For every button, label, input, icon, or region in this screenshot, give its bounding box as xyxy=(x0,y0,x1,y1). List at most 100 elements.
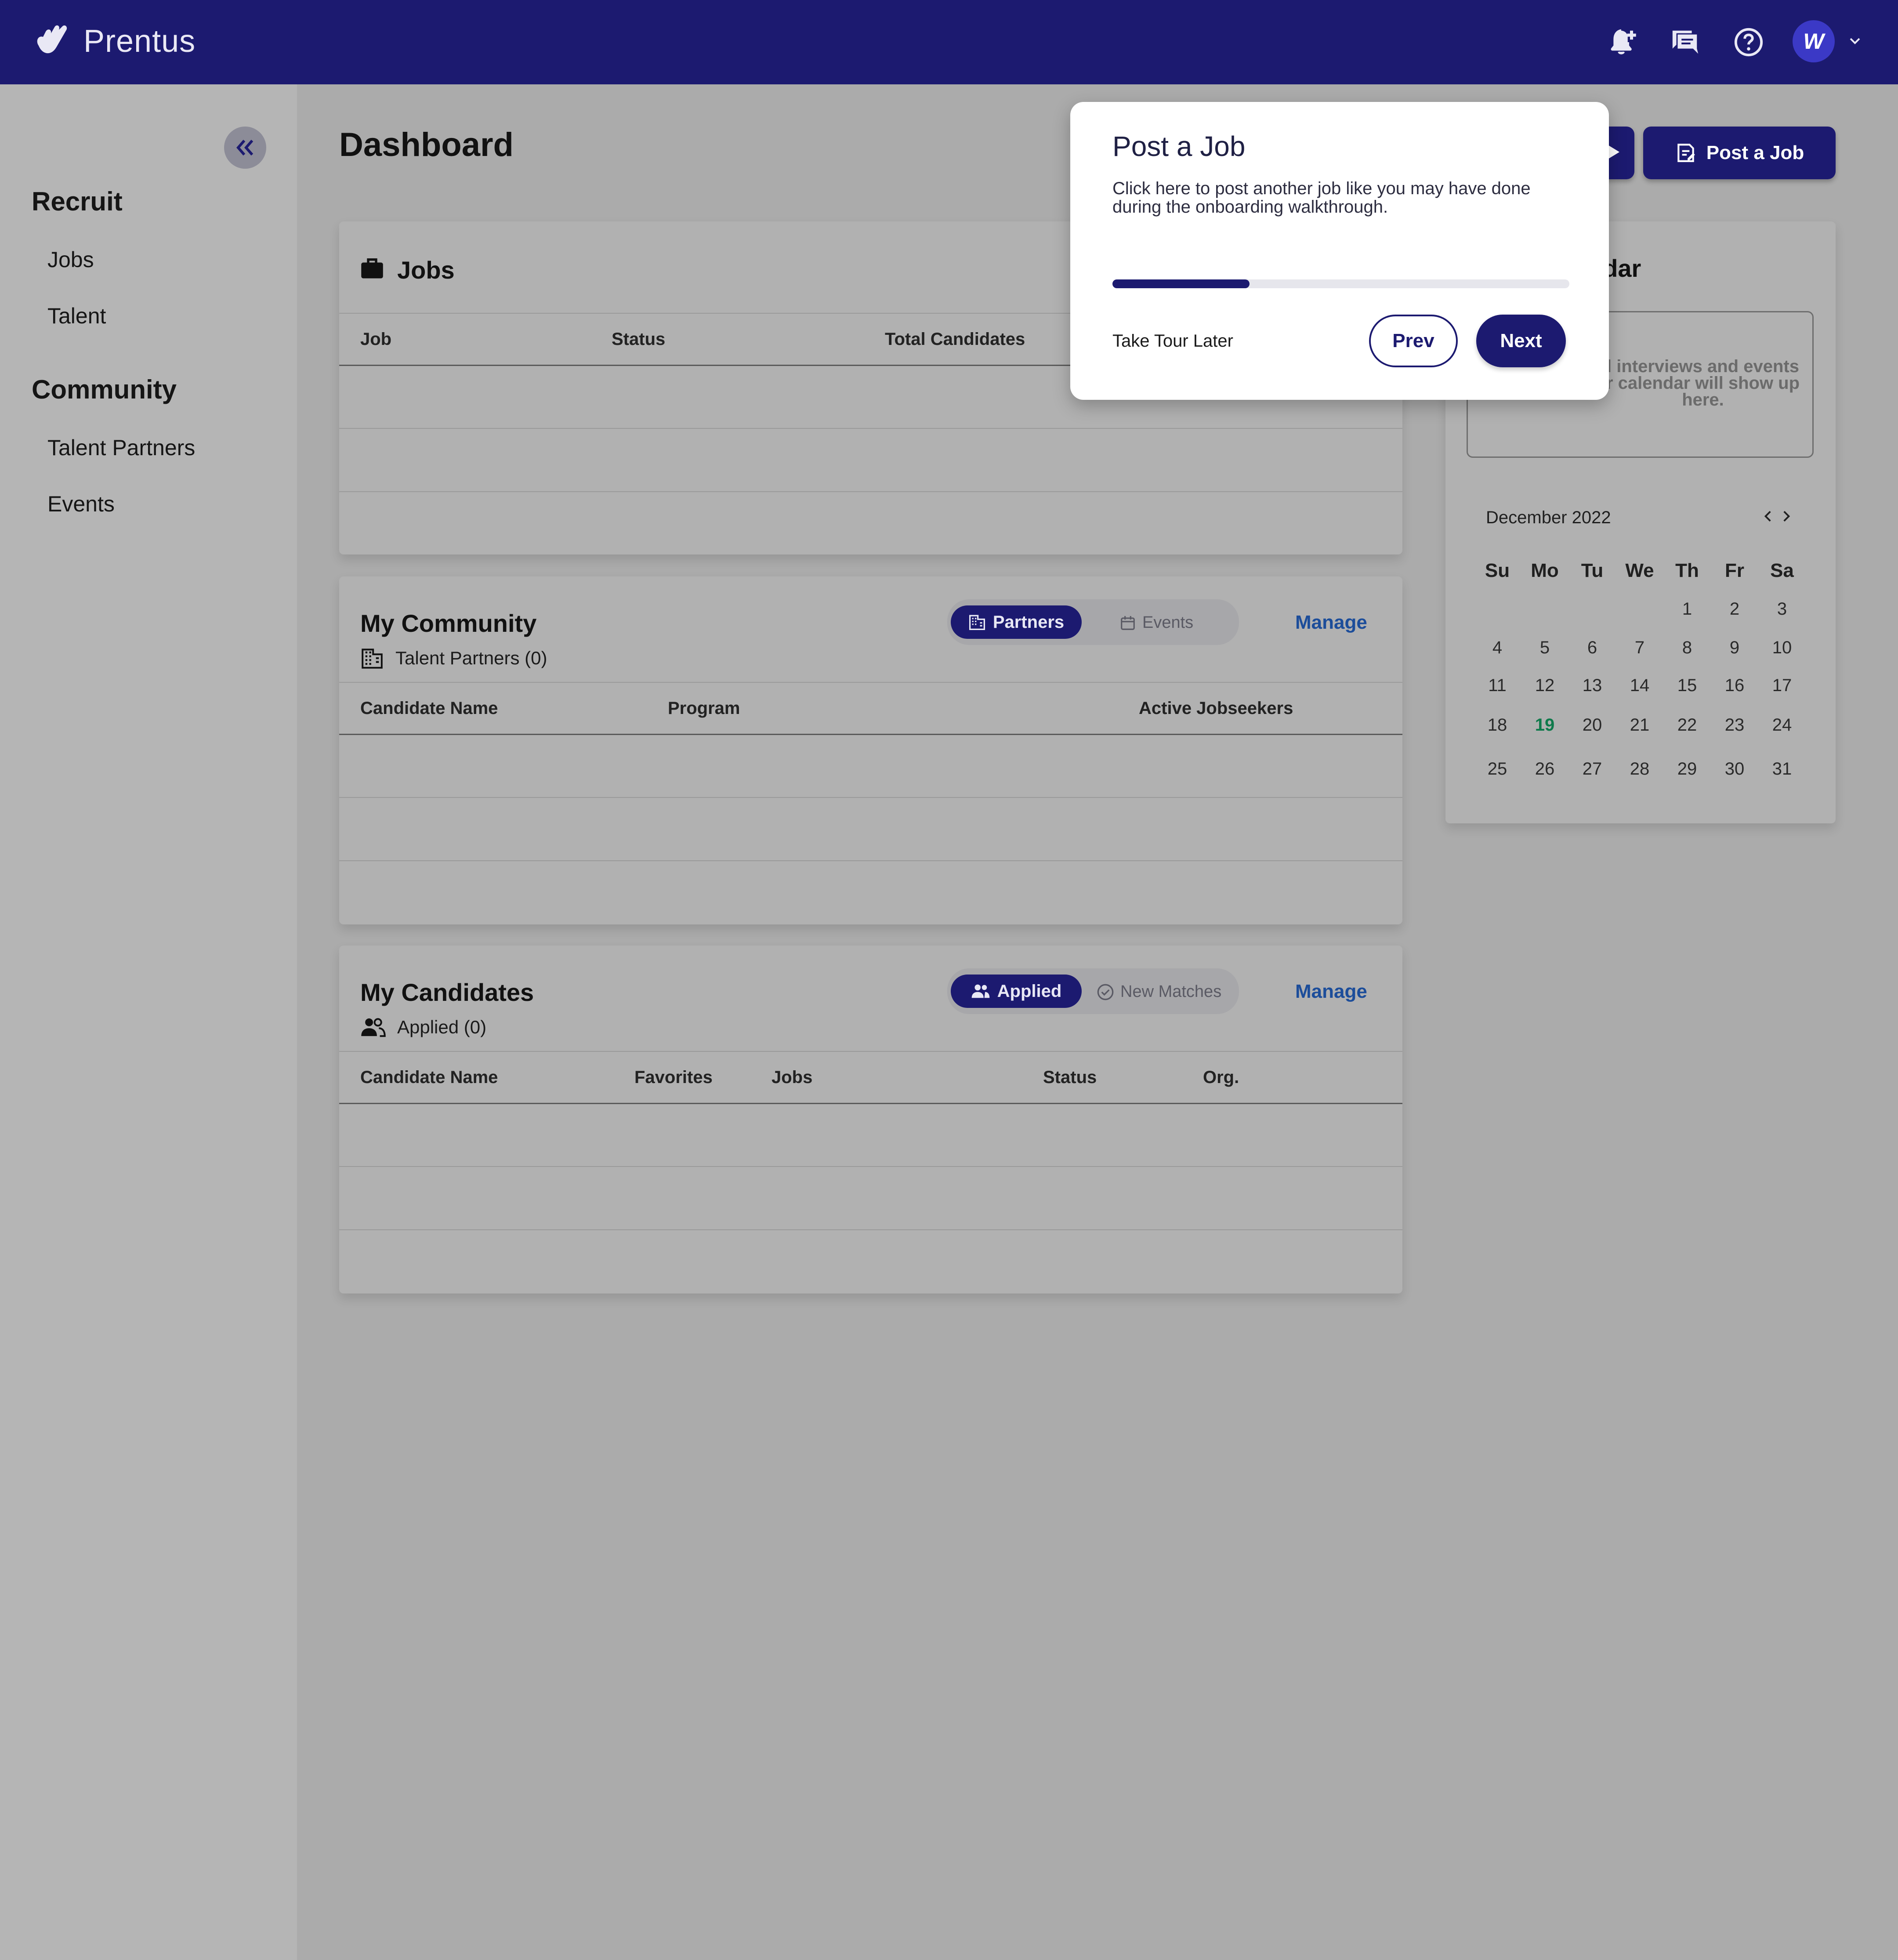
tab-applied-label: Applied xyxy=(997,981,1062,1001)
weekday-label: Sa xyxy=(1770,560,1794,581)
tour-popover: Post a Job Click here to post another jo… xyxy=(1070,102,1609,400)
table-header-divider xyxy=(339,1103,1402,1104)
calendar-day[interactable]: 13 xyxy=(1568,676,1616,696)
sidebar-item-jobs[interactable]: Jobs xyxy=(47,247,94,272)
calendar-day[interactable]: 3 xyxy=(1758,599,1806,619)
calendar-day xyxy=(1474,599,1521,619)
weekday-label: Mo xyxy=(1531,560,1559,581)
brand-name: Prentus xyxy=(83,24,196,59)
post-job-button[interactable]: Post a Job xyxy=(1643,127,1836,179)
calendar-day[interactable]: 31 xyxy=(1758,759,1806,779)
calendar-day[interactable]: 18 xyxy=(1474,715,1521,735)
calendar-day[interactable]: 10 xyxy=(1758,638,1806,658)
column-header-program[interactable]: Program xyxy=(668,699,740,718)
calendar-day[interactable]: 11 xyxy=(1474,676,1521,696)
calendar-day[interactable]: 26 xyxy=(1521,759,1568,779)
column-header-candidate-name[interactable]: Candidate Name xyxy=(360,699,498,718)
calendar-day[interactable]: 29 xyxy=(1663,759,1711,779)
calendar-day[interactable]: 9 xyxy=(1711,638,1758,658)
calendar-day[interactable]: 12 xyxy=(1521,676,1568,696)
chevron-right-icon[interactable] xyxy=(1780,510,1792,523)
calendar-week-row: 123 xyxy=(1474,599,1806,619)
calendar-day[interactable]: 30 xyxy=(1711,759,1758,779)
community-subtitle-text: Talent Partners (0) xyxy=(395,648,547,668)
bell-plus-icon[interactable] xyxy=(1606,25,1641,60)
weekday-label: Su xyxy=(1485,560,1510,581)
calendar-day[interactable]: 8 xyxy=(1663,638,1711,658)
calendar-day[interactable]: 5 xyxy=(1521,638,1568,658)
tab-partners[interactable]: Partners xyxy=(951,605,1082,639)
calendar-icon xyxy=(1119,615,1136,631)
collapse-sidebar-button[interactable] xyxy=(224,127,266,169)
calendar-day[interactable]: 22 xyxy=(1663,715,1711,735)
chevron-left-icon[interactable] xyxy=(1763,510,1774,523)
calendar-week-row: 25 26 27 28 29 30 31 xyxy=(1474,759,1806,779)
table-row xyxy=(339,491,1402,492)
building-icon xyxy=(360,648,384,669)
take-tour-later-link[interactable]: Take Tour Later xyxy=(1112,331,1233,351)
my-community-card: My Community Talent Partners (0) Partner… xyxy=(339,576,1402,924)
calendar-month-label: December 2022 xyxy=(1486,508,1611,527)
calendar-day[interactable]: 17 xyxy=(1758,676,1806,696)
calendar-day[interactable]: 6 xyxy=(1568,638,1616,658)
calendar-day xyxy=(1616,599,1663,619)
tab-events[interactable]: Events xyxy=(1119,613,1193,632)
column-header-status[interactable]: Status xyxy=(1043,1068,1097,1087)
calendar-day[interactable]: 2 xyxy=(1711,599,1758,619)
column-header-org[interactable]: Org. xyxy=(1203,1068,1239,1087)
community-card-title: My Community xyxy=(360,609,537,637)
calendar-day-today[interactable]: 19 xyxy=(1521,715,1568,735)
calendar-day[interactable]: 28 xyxy=(1616,759,1663,779)
community-manage-link[interactable]: Manage xyxy=(1295,612,1367,634)
sidebar-item-events[interactable]: Events xyxy=(47,491,115,517)
tour-progress-bar xyxy=(1112,279,1569,288)
prev-button[interactable]: Prev xyxy=(1369,315,1458,367)
calendar-day[interactable]: 16 xyxy=(1711,676,1758,696)
building-icon xyxy=(968,614,986,630)
column-header-candidate-name[interactable]: Candidate Name xyxy=(360,1068,498,1087)
table-row xyxy=(339,1229,1402,1230)
calendar-day xyxy=(1521,599,1568,619)
chat-icon[interactable] xyxy=(1668,25,1703,60)
sidebar-item-talent-partners[interactable]: Talent Partners xyxy=(47,435,195,460)
column-header-status[interactable]: Status xyxy=(612,330,665,349)
next-button[interactable]: Next xyxy=(1476,315,1566,367)
calendar-day[interactable]: 15 xyxy=(1663,676,1711,696)
calendar-day[interactable]: 7 xyxy=(1616,638,1663,658)
sidebar xyxy=(0,84,297,1960)
calendar-day[interactable]: 14 xyxy=(1616,676,1663,696)
candidates-card-title: My Candidates xyxy=(360,978,534,1006)
hand-logo-icon xyxy=(33,23,74,60)
jobs-card-title: Jobs xyxy=(397,256,455,284)
community-subtitle: Talent Partners (0) xyxy=(360,648,547,669)
calendar-day[interactable]: 27 xyxy=(1568,759,1616,779)
calendar-day[interactable]: 1 xyxy=(1663,599,1711,619)
calendar-day[interactable]: 21 xyxy=(1616,715,1663,735)
divider xyxy=(339,1051,1402,1052)
candidates-manage-link[interactable]: Manage xyxy=(1295,981,1367,1003)
tab-new-matches[interactable]: New Matches xyxy=(1097,982,1221,1001)
calendar-day[interactable]: 23 xyxy=(1711,715,1758,735)
column-header-active-jobseekers[interactable]: Active Jobseekers xyxy=(1139,699,1293,718)
column-header-job[interactable]: Job xyxy=(360,330,391,349)
sidebar-item-talent[interactable]: Talent xyxy=(47,303,106,329)
table-row xyxy=(339,1166,1402,1167)
calendar-day[interactable]: 20 xyxy=(1568,715,1616,735)
tab-applied[interactable]: Applied xyxy=(951,975,1082,1008)
calendar-weekday-row: Su Mo Tu We Th Fr Sa xyxy=(1474,560,1806,582)
check-circle-icon xyxy=(1097,983,1114,1001)
help-icon[interactable] xyxy=(1731,25,1766,60)
column-header-total-candidates[interactable]: Total Candidates xyxy=(885,330,1025,349)
candidates-subtitle-text: Applied (0) xyxy=(397,1017,487,1037)
column-header-favorites[interactable]: Favorites xyxy=(634,1068,713,1087)
chevron-down-icon[interactable] xyxy=(1848,35,1862,47)
calendar-day xyxy=(1568,599,1616,619)
calendar-day[interactable]: 25 xyxy=(1474,759,1521,779)
user-avatar[interactable]: W xyxy=(1793,20,1835,62)
table-row xyxy=(339,860,1402,861)
brand-logo[interactable]: Prentus xyxy=(33,23,196,60)
people-icon xyxy=(971,984,990,999)
calendar-day[interactable]: 4 xyxy=(1474,638,1521,658)
calendar-day[interactable]: 24 xyxy=(1758,715,1806,735)
column-header-jobs[interactable]: Jobs xyxy=(772,1068,812,1087)
